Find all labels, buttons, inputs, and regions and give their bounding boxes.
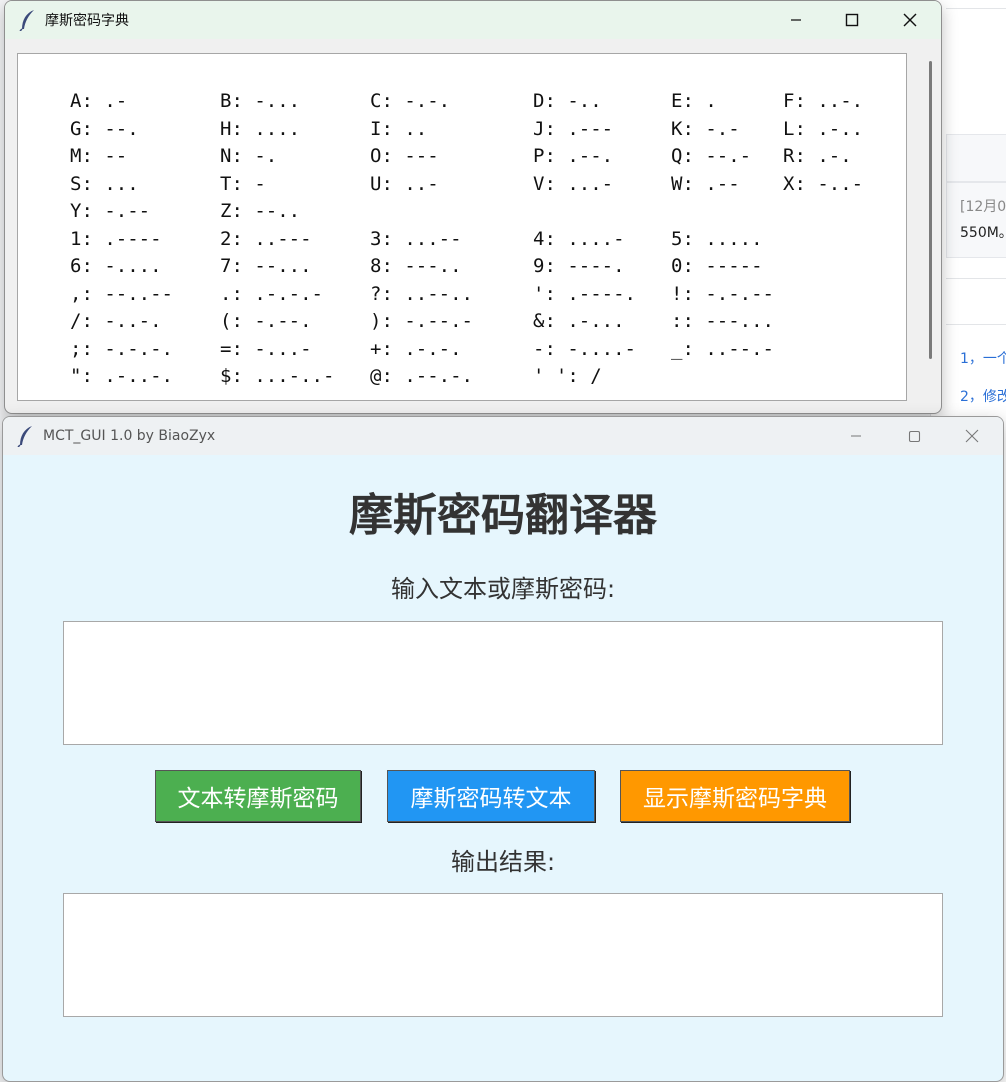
dict-entry: N: -. <box>220 145 278 167</box>
dict-entry: G: --. <box>70 117 139 140</box>
dict-entry: /: -..-. <box>70 310 162 332</box>
scrollbar[interactable] <box>929 61 932 359</box>
morse-to-text-button[interactable]: 摩斯密码转文本 <box>387 770 595 822</box>
background-snippet: 550M。 <box>960 225 1006 241</box>
dict-entry: W: .-- <box>671 172 740 195</box>
dict-entry: ": .-..-. <box>70 365 173 387</box>
dict-entry: P: .--. <box>533 145 614 167</box>
dict-entry: A: .- <box>70 90 128 112</box>
background-link[interactable]: 1，一个 <box>960 348 1006 368</box>
close-button[interactable] <box>943 417 1001 455</box>
dict-entry: ,: --..-- <box>70 282 173 305</box>
background-panel <box>946 182 1006 258</box>
dict-window-title: 摩斯密码字典 <box>45 13 129 29</box>
dict-entry: O: --- <box>370 145 439 167</box>
maximize-icon <box>908 430 920 442</box>
dict-entry: E: . <box>671 90 717 112</box>
dict-entry: L: .-.. <box>783 117 864 140</box>
background-link[interactable]: 2，修改 <box>960 386 1006 406</box>
close-button[interactable] <box>881 1 939 39</box>
dict-entry: Y: -.-- <box>70 200 151 222</box>
dict-entry: ' ': / <box>533 365 602 387</box>
dict-entry: Z: --.. <box>220 200 301 222</box>
dict-entry: 4: ....- <box>533 227 625 250</box>
dict-entry: :: ---... <box>671 310 774 332</box>
close-icon <box>965 429 979 443</box>
dict-entry: ': .----. <box>533 282 636 305</box>
dict-entry: R: .-. <box>783 145 852 167</box>
dict-entry: 2: ..--- <box>220 227 312 250</box>
dict-entry: C: -.-. <box>370 90 451 112</box>
dict-entry: 0: ----- <box>671 255 763 277</box>
dict-entry: X: -..- <box>783 172 864 195</box>
dict-entry: !: -.-.-- <box>671 282 774 305</box>
dict-entry: I: .. <box>370 117 428 140</box>
dict-entry: _: ..--.- <box>671 337 774 360</box>
show-dictionary-button[interactable]: 显示摩斯密码字典 <box>620 770 850 822</box>
minimize-button[interactable] <box>827 417 885 455</box>
maximize-button[interactable] <box>823 1 881 39</box>
dict-entry: V: ...- <box>533 172 614 195</box>
input-label: 输入文本或摩斯密码: <box>390 575 616 603</box>
dict-entry: (: -.--. <box>220 310 312 332</box>
dict-entry: B: -... <box>220 90 301 112</box>
dict-entry: 3: ...-- <box>370 227 462 250</box>
dict-entry: 7: --... <box>220 255 312 277</box>
dict-titlebar[interactable]: 摩斯密码字典 <box>5 1 941 39</box>
translator-window: MCT_GUI 1.0 by BiaoZyx 摩斯密码翻译器 输入文本或摩斯密码… <box>2 416 1004 1082</box>
morse-dictionary-window: 摩斯密码字典 A: .- B: -... C: -.-. D: -.. E: . F: .… <box>4 0 942 414</box>
input-textbox[interactable] <box>63 621 943 745</box>
background-divider <box>946 8 1006 9</box>
minimize-icon <box>791 19 801 21</box>
close-icon <box>903 13 917 27</box>
dict-entry: U: ..- <box>370 172 439 195</box>
main-window-title: MCT_GUI 1.0 by BiaoZyx <box>43 428 216 444</box>
dict-entry: ;: -.-.-. <box>70 337 173 360</box>
text-to-morse-button[interactable]: 文本转摩斯密码 <box>155 770 361 822</box>
dict-entry: @: .--.-. <box>370 365 473 387</box>
feather-icon <box>13 423 39 449</box>
dict-entry: Q: --.- <box>671 145 752 167</box>
dict-entry: H: .... <box>220 117 301 140</box>
dict-entry: &: .-... <box>533 310 625 332</box>
maximize-icon <box>845 13 859 27</box>
dict-entry: J: .--- <box>533 117 614 140</box>
dict-entry: 9: ----. <box>533 255 625 277</box>
dict-entry: 8: ---.. <box>370 255 462 277</box>
dict-entry: +: .-.-. <box>370 337 462 360</box>
dict-entry: F: ..-. <box>783 90 864 112</box>
maximize-button[interactable] <box>885 417 943 455</box>
minimize-icon <box>851 435 861 437</box>
background-snippet: [12月0 <box>960 199 1006 215</box>
background-divider <box>946 324 1006 325</box>
dict-entry: ): -.--.- <box>370 310 473 332</box>
dict-entry: -: -....- <box>533 337 636 360</box>
background-panel <box>946 134 1006 182</box>
app-heading: 摩斯密码翻译器 <box>349 490 657 541</box>
dict-entry: T: - <box>220 172 266 195</box>
dict-entry: M: -- <box>70 145 128 167</box>
dict-entry: K: -.- <box>671 117 740 140</box>
feather-icon <box>15 7 41 33</box>
dict-entry: .: .-.-.- <box>220 282 323 305</box>
dict-entry: D: -.. <box>533 90 602 112</box>
output-textbox[interactable] <box>63 893 943 1017</box>
dict-entry: =: -...- <box>220 337 312 360</box>
background-divider <box>946 278 1006 279</box>
dict-entry: 6: -.... <box>70 255 162 277</box>
dict-entry: $: ...-..- <box>220 365 335 387</box>
dict-entry: 5: ..... <box>671 227 763 250</box>
dict-entry: 1: .---- <box>70 227 162 250</box>
minimize-button[interactable] <box>767 1 825 39</box>
dictionary-text-area[interactable]: A: .- B: -... C: -.-. D: -.. E: . F: ..-. G: -… <box>17 53 907 401</box>
dict-entry: S: ... <box>70 172 139 195</box>
dict-entry: ?: ..--.. <box>370 282 473 305</box>
output-label: 输出结果: <box>450 848 556 876</box>
main-titlebar[interactable]: MCT_GUI 1.0 by BiaoZyx <box>3 417 1003 455</box>
